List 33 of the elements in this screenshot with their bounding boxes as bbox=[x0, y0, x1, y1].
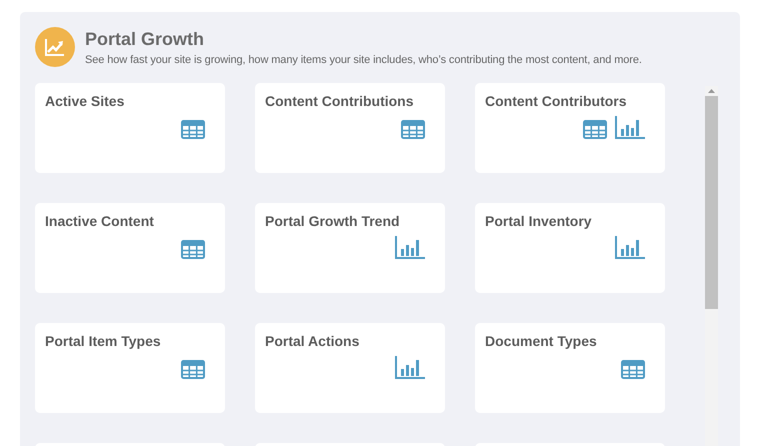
report-title: Portal Inventory bbox=[485, 213, 593, 229]
report-card[interactable]: Document Types bbox=[475, 323, 665, 413]
scroll-up-icon[interactable] bbox=[708, 89, 715, 93]
report-title: Inactive Content bbox=[45, 213, 155, 229]
table-icon[interactable] bbox=[181, 240, 205, 259]
table-icon[interactable] bbox=[401, 120, 425, 139]
growth-chart-icon bbox=[35, 27, 75, 67]
table-icon[interactable] bbox=[621, 360, 645, 379]
report-card[interactable]: Active Sites bbox=[35, 83, 225, 173]
bar-chart-icon[interactable] bbox=[615, 116, 645, 139]
report-card[interactable]: Portal Actions bbox=[255, 323, 445, 413]
scroll-thumb[interactable] bbox=[705, 96, 718, 309]
table-icon[interactable] bbox=[583, 120, 607, 139]
bar-chart-icon[interactable] bbox=[615, 236, 645, 259]
report-title: Content Contributors bbox=[485, 93, 628, 109]
section-description: See how fast your site is growing, how many items your site includes, who’s contributing the most content, and more. bbox=[85, 54, 642, 66]
report-title: Content Contributions bbox=[265, 93, 415, 109]
report-card[interactable]: Inactive Content bbox=[35, 203, 225, 293]
report-card[interactable]: Portal Growth Trend bbox=[255, 203, 445, 293]
report-card[interactable]: Content Contributions bbox=[255, 83, 445, 173]
table-icon[interactable] bbox=[181, 360, 205, 379]
report-title: Document Types bbox=[485, 333, 598, 349]
report-card[interactable]: Content Contributors bbox=[475, 83, 665, 173]
report-title: Active Sites bbox=[45, 93, 126, 109]
bar-chart-icon[interactable] bbox=[395, 236, 425, 259]
report-card[interactable]: Portal Inventory bbox=[475, 203, 665, 293]
report-title: Portal Actions bbox=[265, 333, 360, 349]
report-title: Portal Item Types bbox=[45, 333, 162, 349]
table-icon[interactable] bbox=[181, 120, 205, 139]
section-title: Portal Growth bbox=[85, 28, 206, 50]
report-title: Portal Growth Trend bbox=[265, 213, 401, 229]
report-card[interactable]: Portal Item Types bbox=[35, 323, 225, 413]
bar-chart-icon[interactable] bbox=[395, 356, 425, 379]
